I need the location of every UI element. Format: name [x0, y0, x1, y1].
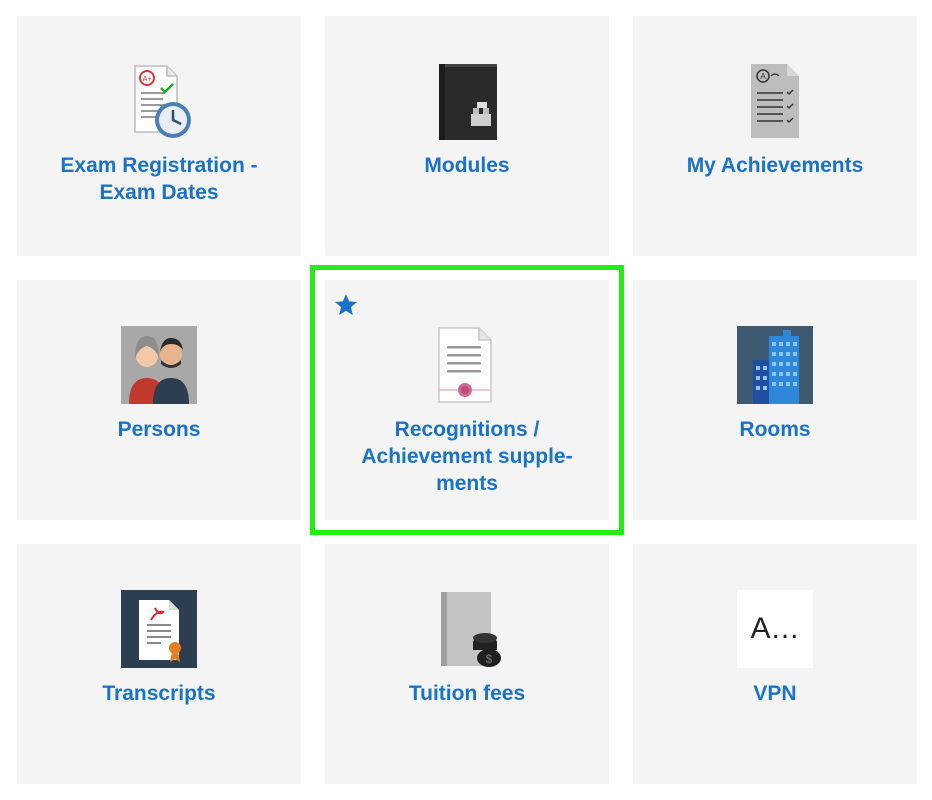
certificate-icon: [438, 327, 492, 403]
tile-label: Rooms: [739, 418, 811, 441]
building-icon: [737, 326, 813, 404]
tuition-fees-icon: $: [441, 592, 501, 667]
transcript-icon: [121, 590, 197, 668]
svg-text:A+: A+: [143, 76, 152, 83]
tile-label: My Achievements: [686, 154, 864, 177]
vpn-icon-text: A...: [737, 590, 813, 668]
achievements-document-icon: A: [751, 64, 799, 138]
tile-label: Modules: [424, 154, 510, 177]
tile-vpn[interactable]: A... VPN: [633, 544, 917, 784]
persons-icon: [121, 326, 197, 404]
tile-label: Tuition fees: [408, 682, 526, 705]
svg-text:$: $: [486, 652, 493, 666]
tile-persons[interactable]: Persons: [17, 280, 301, 520]
tile-rooms[interactable]: Rooms: [633, 280, 917, 520]
favorite-star-icon[interactable]: [333, 292, 359, 318]
tile-label: Exam Registration - Exam Dates: [60, 154, 258, 204]
svg-text:A: A: [760, 72, 766, 81]
tile-label: VPN: [753, 682, 797, 705]
exam-registration-icon: A+: [134, 65, 191, 138]
vpn-icon: A...: [737, 590, 813, 668]
tile-modules[interactable]: Modules: [325, 16, 609, 256]
modules-book-icon: [439, 64, 497, 140]
tile-tuition-fees[interactable]: $ Tuition fees: [325, 544, 609, 784]
tile-my-achievements[interactable]: A My Achievements: [633, 16, 917, 256]
tile-label: Recognitions / Achievement supple- ments: [361, 418, 573, 495]
tile-exam-registration[interactable]: A+ Exam Registration - Exam Dates: [17, 16, 301, 256]
tile-label: Persons: [117, 418, 201, 441]
tile-label: Transcripts: [102, 682, 216, 705]
tile-transcripts[interactable]: Transcripts: [17, 544, 301, 784]
tile-recognitions[interactable]: Recognitions / Achievement supple- ments: [310, 265, 624, 535]
